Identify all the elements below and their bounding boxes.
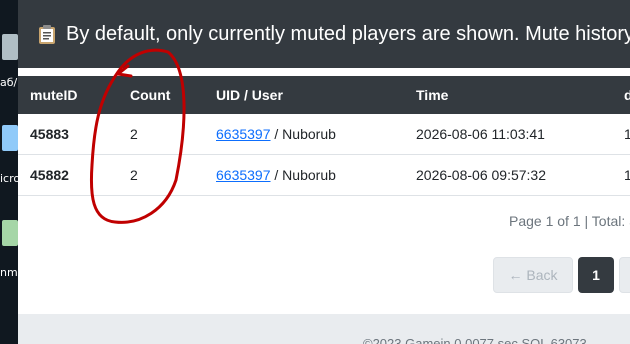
desktop-file-icon[interactable] (2, 34, 18, 60)
uid-link[interactable]: 6635397 (216, 126, 271, 142)
truncated-cell: 1 (624, 167, 630, 183)
info-notice-banner: By default, only currently muted players… (18, 0, 630, 68)
table-header: muteID Count UID / User Time d (18, 76, 630, 114)
column-header-time[interactable]: Time (416, 76, 448, 114)
next-button[interactable] (619, 257, 630, 293)
desktop-icon-label: аб/ (0, 76, 18, 89)
clipboard-icon (38, 24, 56, 44)
table-row: 45883 2 6635397 / Nuborub 2026-08-06 11:… (18, 114, 630, 155)
mute-table-card: muteID Count UID / User Time d 45883 2 6… (18, 68, 630, 314)
desktop-image-icon[interactable] (2, 220, 18, 246)
page-1-button[interactable]: 1 (578, 257, 614, 293)
username-text: / Nuborub (270, 167, 336, 183)
desktop-icon-label: nm (0, 266, 18, 279)
column-header-truncated[interactable]: d (624, 76, 630, 114)
desktop-app-icon[interactable] (2, 125, 18, 151)
count-cell: 2 (130, 126, 138, 142)
uid-user-cell: 6635397 / Nuborub (216, 114, 336, 154)
page-footer: ©2023 Gamein 0.0077 sec SQL 63073 (363, 336, 587, 344)
column-header-muteid[interactable]: muteID (30, 76, 77, 114)
truncated-cell: 1 (624, 126, 630, 142)
pagination-summary: Page 1 of 1 | Total: 5 (509, 213, 630, 229)
column-header-count[interactable]: Count (130, 76, 170, 114)
notice-text: By default, only currently muted players… (66, 22, 630, 45)
table-row: 45882 2 6635397 / Nuborub 2026-08-06 09:… (18, 155, 630, 196)
time-cell: 2026-08-06 09:57:32 (416, 167, 546, 183)
back-button[interactable]: ← Back (493, 257, 573, 293)
mute-list-page: By default, only currently muted players… (18, 0, 630, 344)
uid-link[interactable]: 6635397 (216, 167, 271, 183)
uid-user-cell: 6635397 / Nuborub (216, 155, 336, 195)
time-cell: 2026-08-06 11:03:41 (416, 126, 545, 142)
mute-id-cell: 45883 (30, 126, 69, 142)
desktop-icon-strip: аб/ icro nm (0, 0, 20, 344)
column-header-uid-user[interactable]: UID / User (216, 76, 283, 114)
count-cell: 2 (130, 167, 138, 183)
mute-id-cell: 45882 (30, 167, 69, 183)
username-text: / Nuborub (270, 126, 336, 142)
